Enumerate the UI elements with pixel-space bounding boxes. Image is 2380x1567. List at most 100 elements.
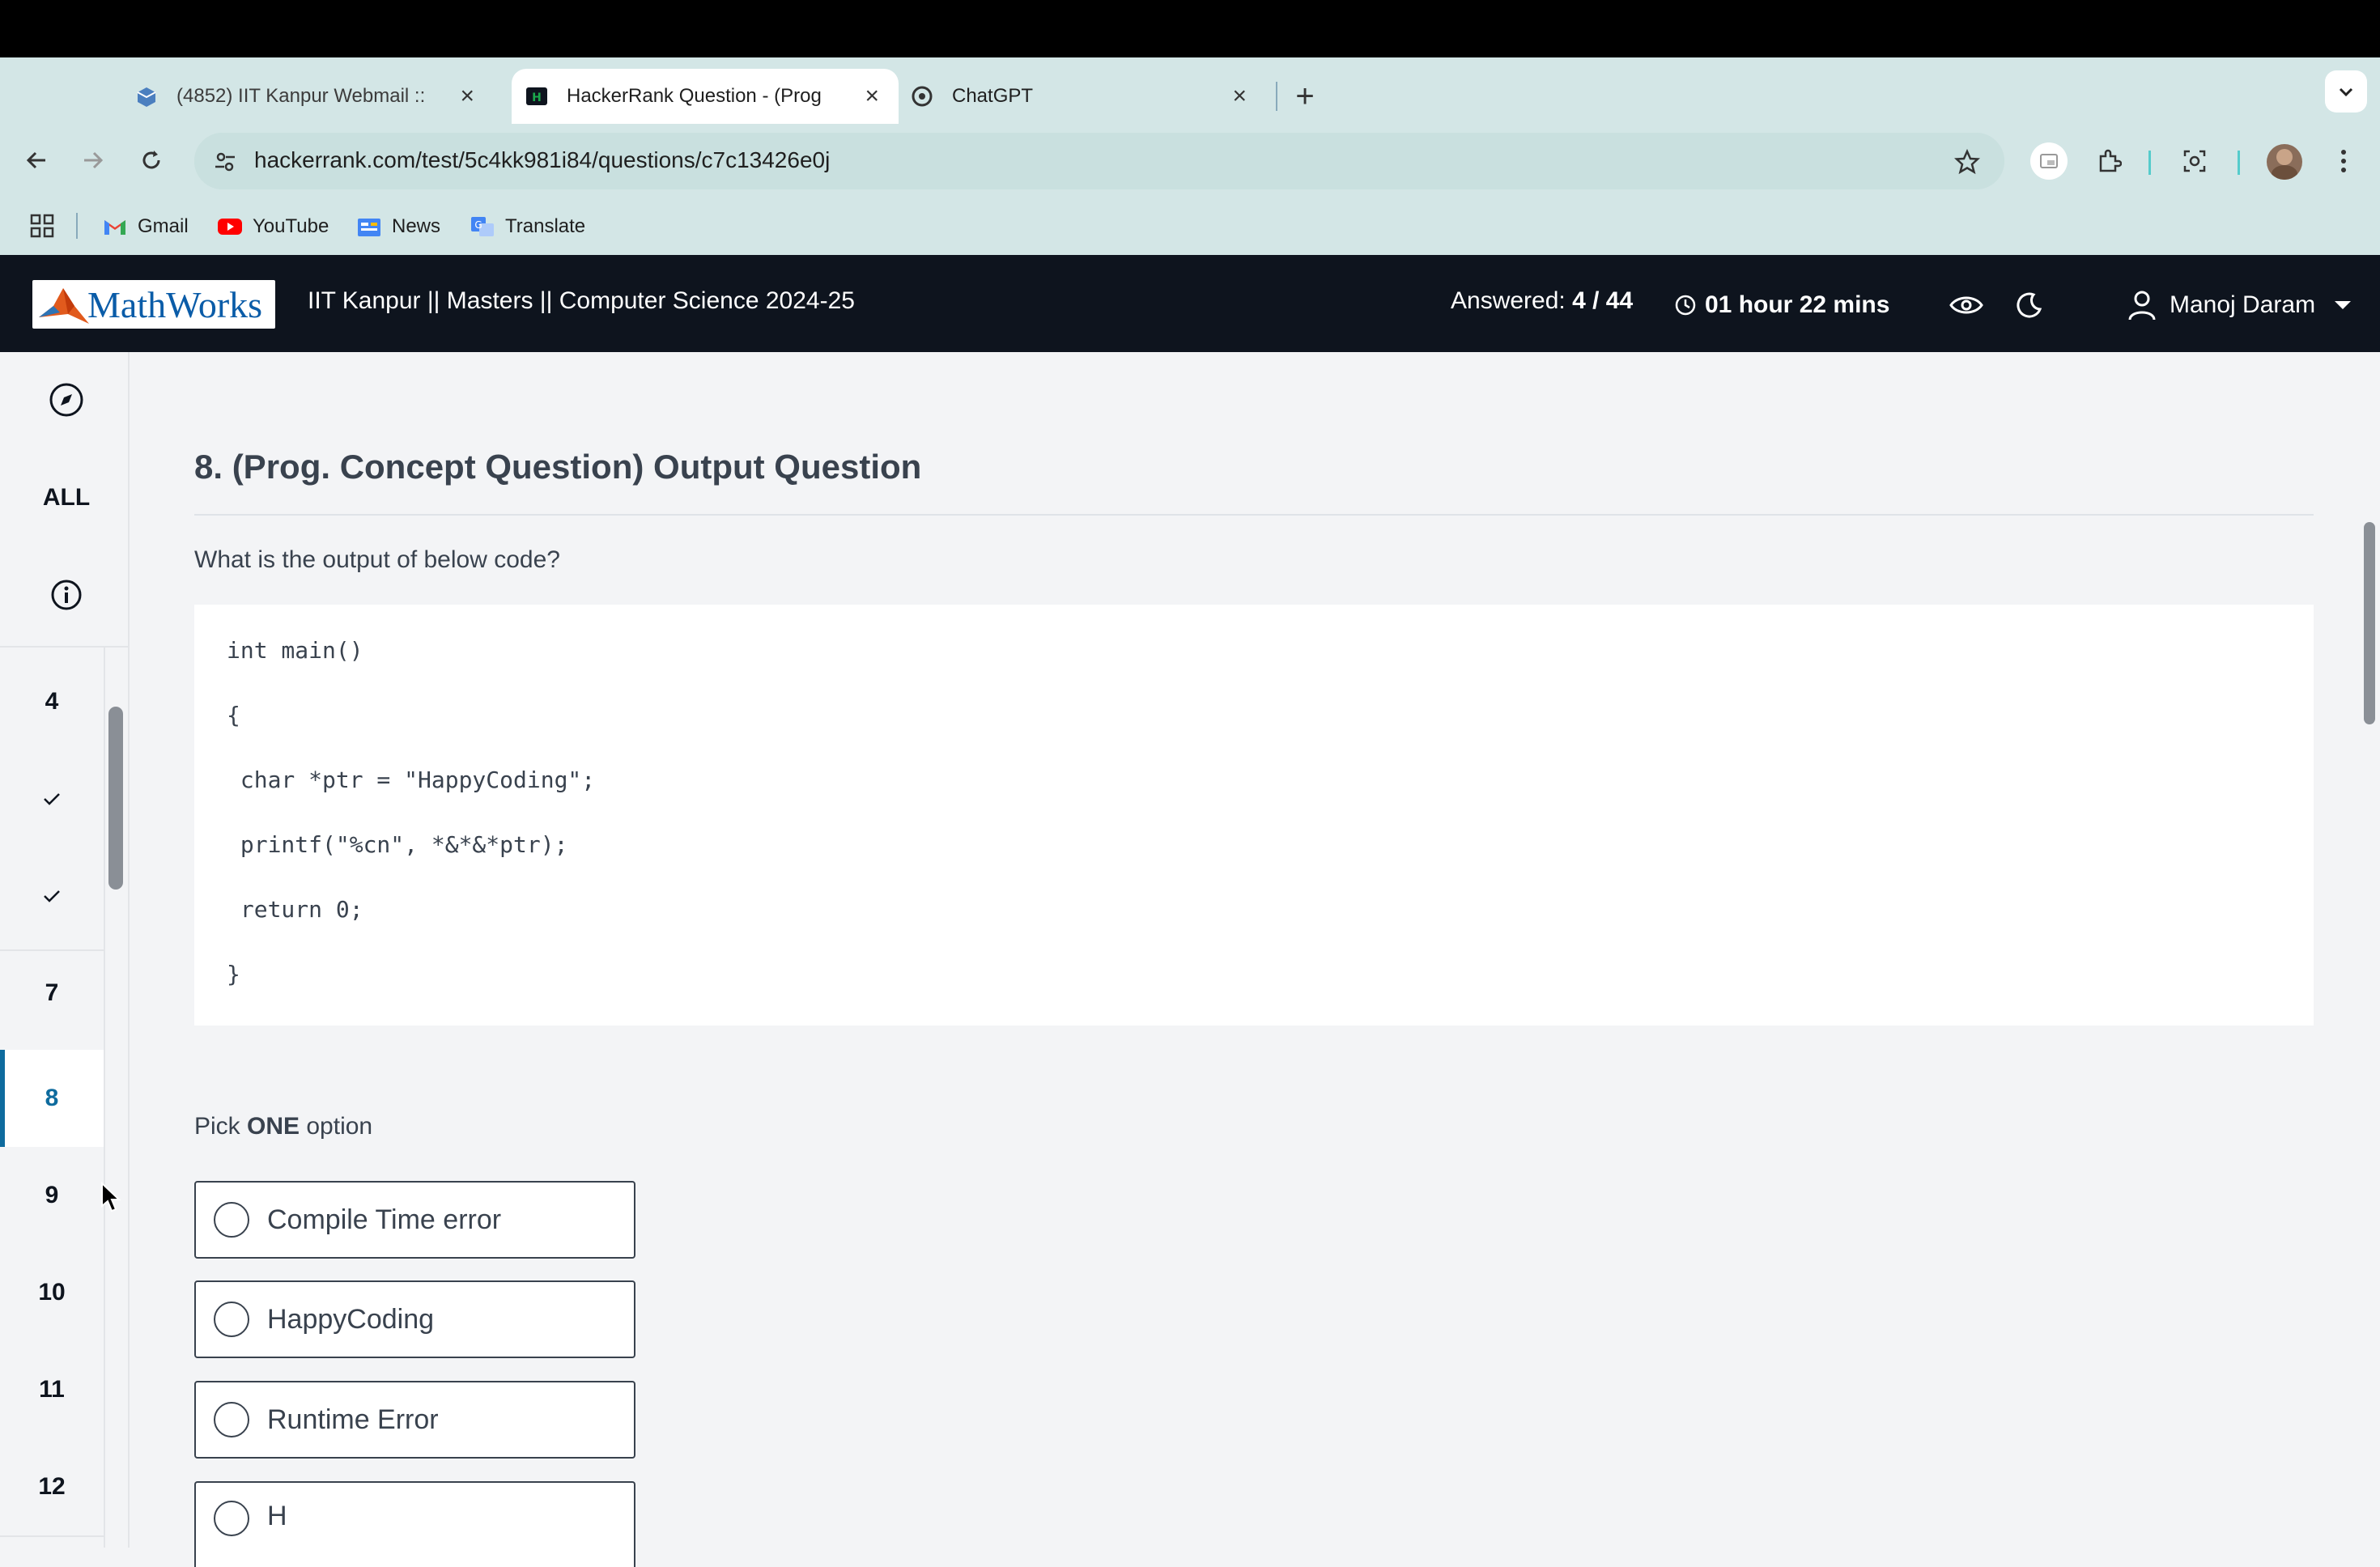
chatgpt-icon bbox=[910, 84, 934, 108]
eye-icon[interactable] bbox=[1946, 285, 1987, 325]
pick-instruction: Pick ONE option bbox=[194, 1113, 372, 1149]
address-bar[interactable]: hackerrank.com/test/5c4kk981i84/question… bbox=[194, 133, 2004, 189]
browser-menu-icon[interactable] bbox=[2331, 142, 2356, 180]
tab-title: (4852) IIT Kanpur Webmail :: bbox=[176, 85, 426, 107]
close-tab-icon[interactable]: × bbox=[865, 83, 879, 110]
bookmark-label: Gmail bbox=[138, 215, 189, 237]
bookmark-label: News bbox=[392, 215, 441, 237]
screen-top-bar bbox=[0, 0, 2380, 57]
radio-button[interactable] bbox=[214, 1402, 249, 1437]
back-icon[interactable] bbox=[18, 142, 55, 179]
sidebar-divider bbox=[0, 646, 130, 648]
bookmark-label: YouTube bbox=[253, 215, 329, 237]
caret-down-icon bbox=[2335, 301, 2352, 309]
option-compile-time-error[interactable]: Compile Time error bbox=[194, 1181, 635, 1259]
pick-prefix: Pick bbox=[194, 1113, 248, 1140]
screenshot-icon[interactable] bbox=[2176, 142, 2213, 180]
svg-text:H: H bbox=[532, 91, 542, 104]
tab-title: HackerRank Question - (Prog bbox=[567, 85, 822, 107]
question-nav-9[interactable]: 9 bbox=[0, 1171, 104, 1220]
apps-grid-icon[interactable] bbox=[29, 213, 55, 239]
clock-icon bbox=[1675, 295, 1696, 316]
sidebar-all[interactable]: ALL bbox=[0, 473, 133, 522]
bookmark-youtube[interactable]: YouTube bbox=[217, 213, 329, 240]
close-tab-icon[interactable]: × bbox=[460, 83, 474, 110]
test-title: IIT Kanpur || Masters || Computer Scienc… bbox=[308, 287, 855, 314]
radio-button[interactable] bbox=[214, 1501, 249, 1536]
question-nav-5[interactable] bbox=[0, 775, 104, 823]
question-title: 8. (Prog. Concept Question) Output Quest… bbox=[194, 448, 922, 486]
option-happycoding[interactable]: HappyCoding bbox=[194, 1280, 635, 1358]
code-line: char *ptr = "HappyCoding"; bbox=[227, 767, 596, 793]
info-icon[interactable] bbox=[0, 571, 133, 619]
answered-count: 4 / 44 bbox=[1572, 287, 1634, 314]
bookmark-star-icon[interactable] bbox=[1949, 144, 1985, 180]
extensions-icon[interactable] bbox=[2090, 142, 2127, 180]
cast-icon[interactable] bbox=[2030, 142, 2068, 180]
sidebar-divider bbox=[0, 949, 104, 951]
bookmark-gmail[interactable]: Gmail bbox=[102, 213, 189, 240]
bookmark-divider bbox=[76, 213, 78, 239]
option-h[interactable]: H bbox=[194, 1481, 635, 1567]
dark-mode-icon[interactable] bbox=[2009, 285, 2050, 325]
answered-status: Answered: 4 / 44 bbox=[1451, 287, 1633, 323]
bookmark-label: Translate bbox=[505, 215, 586, 237]
toolbar-divider bbox=[2148, 151, 2151, 175]
question-nav-12[interactable]: 12 bbox=[0, 1463, 104, 1511]
browser-tab-hackerrank[interactable]: H HackerRank Question - (Prog × bbox=[512, 69, 899, 124]
chevron-down-icon bbox=[2339, 87, 2353, 97]
question-sidebar: ALL 4 7 8 9 10 11 12 bbox=[0, 352, 130, 1548]
question-nav-8[interactable]: 8 bbox=[0, 1074, 104, 1123]
news-icon bbox=[356, 215, 382, 238]
user-icon bbox=[2128, 291, 2156, 321]
site-info-icon[interactable] bbox=[207, 144, 243, 180]
code-line: int main() bbox=[227, 637, 363, 664]
mathworks-logo: MathWorks bbox=[32, 280, 275, 329]
question-nav-6[interactable] bbox=[0, 872, 104, 920]
user-menu[interactable]: Manoj Daram bbox=[2127, 285, 2352, 325]
bookmark-news[interactable]: News bbox=[356, 213, 440, 240]
option-label: Compile Time error bbox=[267, 1204, 502, 1235]
question-nav-11[interactable]: 11 bbox=[0, 1365, 104, 1414]
navigator-icon[interactable] bbox=[0, 376, 133, 423]
youtube-icon bbox=[217, 215, 243, 238]
sidebar-divider bbox=[0, 1535, 104, 1537]
membrane-logo-icon bbox=[39, 288, 89, 324]
title-divider bbox=[194, 514, 2314, 516]
tab-divider bbox=[1276, 82, 1277, 111]
radio-button[interactable] bbox=[214, 1302, 249, 1337]
svg-text:G: G bbox=[474, 219, 482, 231]
new-tab-button[interactable]: + bbox=[1289, 72, 1321, 121]
question-nav-4[interactable]: 4 bbox=[0, 677, 104, 726]
timer-value: 01 hour 22 mins bbox=[1705, 291, 1890, 318]
webmail-icon bbox=[134, 84, 159, 108]
question-nav-7[interactable]: 7 bbox=[0, 969, 104, 1017]
check-icon bbox=[44, 793, 60, 805]
question-panel: 8. (Prog. Concept Question) Output Quest… bbox=[130, 352, 2380, 1567]
user-name: Manoj Daram bbox=[2170, 291, 2316, 318]
timer: 01 hour 22 mins bbox=[1674, 287, 1889, 323]
option-runtime-error[interactable]: Runtime Error bbox=[194, 1381, 635, 1459]
question-nav-10[interactable]: 10 bbox=[0, 1268, 104, 1317]
close-tab-icon[interactable]: × bbox=[1232, 83, 1247, 110]
radio-button[interactable] bbox=[214, 1202, 249, 1238]
bookmark-translate[interactable]: G Translate bbox=[470, 213, 585, 240]
avatar[interactable] bbox=[2267, 144, 2302, 180]
forward-icon[interactable] bbox=[74, 142, 112, 179]
browser-tab-webmail[interactable]: (4852) IIT Kanpur Webmail :: × bbox=[134, 69, 491, 124]
browser-tab-chatgpt[interactable]: ChatGPT × bbox=[910, 69, 1266, 124]
reload-icon[interactable] bbox=[133, 142, 170, 179]
mouse-cursor-icon bbox=[100, 1181, 121, 1214]
translate-icon: G bbox=[470, 215, 495, 238]
page-scrollbar[interactable] bbox=[2364, 522, 2375, 724]
code-block: int main() { char *ptr = "HappyCoding"; … bbox=[194, 605, 2314, 1026]
code-line: { bbox=[227, 702, 240, 728]
tab-search-button[interactable] bbox=[2325, 70, 2367, 113]
bookmarks-bar: Gmail YouTube News G Translate bbox=[0, 197, 2380, 255]
browser-tab-strip: (4852) IIT Kanpur Webmail :: × H HackerR… bbox=[0, 57, 2380, 124]
toolbar-divider bbox=[2238, 151, 2240, 175]
question-prompt: What is the output of below code? bbox=[194, 546, 560, 573]
gmail-icon bbox=[102, 215, 128, 238]
sidebar-scrollbar[interactable] bbox=[108, 707, 123, 890]
option-label: Runtime Error bbox=[267, 1404, 439, 1435]
